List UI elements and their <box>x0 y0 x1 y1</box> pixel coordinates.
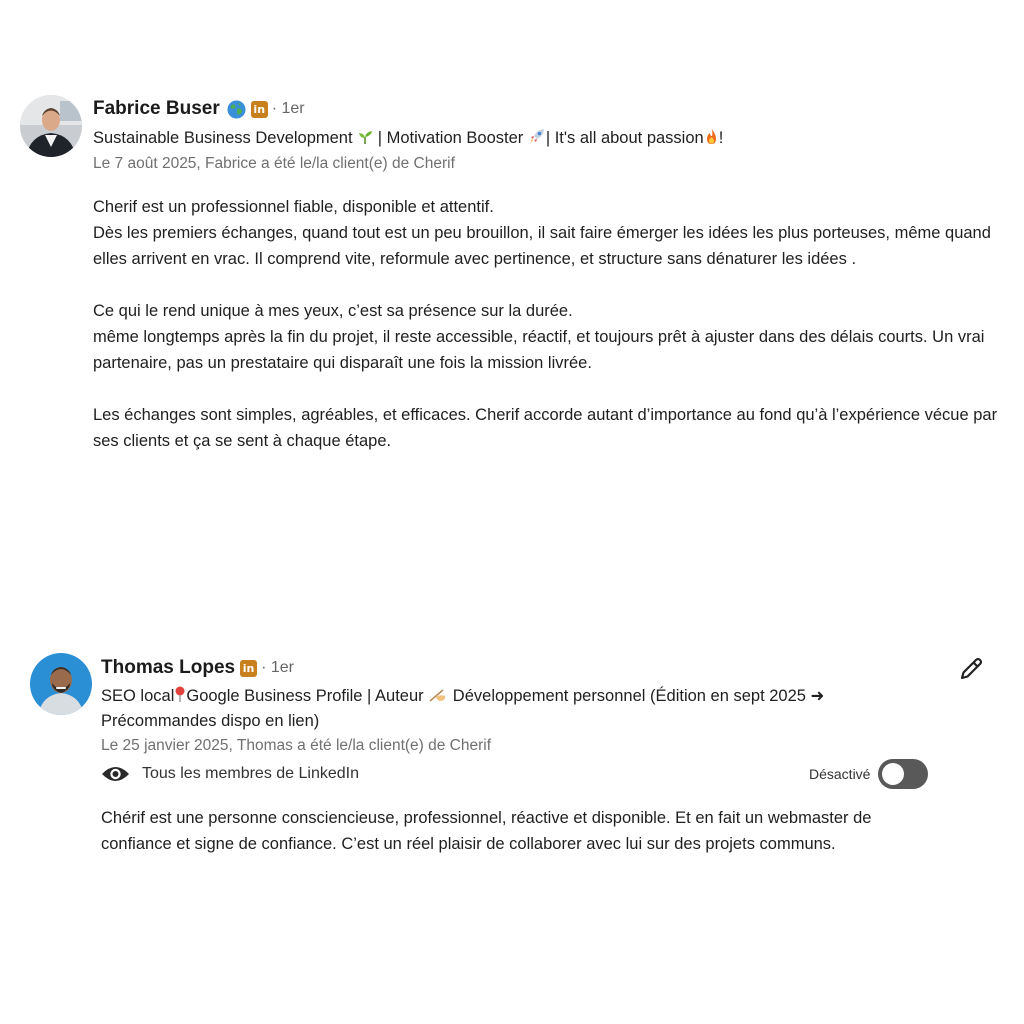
rocket-icon <box>529 129 544 143</box>
recommendation-text: Chérif est une personne consciencieuse, … <box>101 805 946 857</box>
visibility-toggle-group: Désactivé <box>809 759 929 789</box>
visibility-toggle[interactable] <box>878 759 929 789</box>
recommender-name[interactable]: Fabrice Buser <box>93 98 220 120</box>
seedling-icon <box>359 131 373 144</box>
recommendation-paragraph: Cherif est un professionnel fiable, disp… <box>93 198 991 268</box>
recommendation-paragraph: Ce qui le rend unique à mes yeux, c’est … <box>93 302 985 372</box>
visibility-label: Tous les membres de LinkedIn <box>142 765 359 782</box>
recommendation-paragraph: Chérif est une personne consciencieuse, … <box>101 809 872 853</box>
eye-icon <box>102 767 129 781</box>
connection-degree: · 1er <box>261 659 294 676</box>
recommender-headline: Sustainable Business Development | Motiv… <box>93 129 724 147</box>
visibility-setting[interactable]: Tous les membres de LinkedIn <box>101 763 359 785</box>
globe-icon <box>227 99 246 119</box>
recommendation-date: Le 25 janvier 2025, Thomas a été le/la c… <box>101 737 492 754</box>
linkedin-premium-icon: in <box>240 659 258 677</box>
recommendation-paragraph: Les échanges sont simples, agréables, et… <box>93 406 998 450</box>
toggle-knob <box>882 763 905 785</box>
avatar-thomas[interactable] <box>30 653 92 715</box>
recommendation-date: Le 7 août 2025, Fabrice a été le/la clie… <box>93 155 455 172</box>
pencil-icon <box>960 657 983 680</box>
linkedin-premium-icon: in <box>250 100 268 118</box>
toggle-state-label: Désactivé <box>809 766 871 782</box>
fire-icon <box>706 129 716 144</box>
connection-degree: · 1er <box>271 100 305 117</box>
recommender-headline: SEO local Google Business Profile | Auteu… <box>101 686 825 730</box>
pin-icon <box>175 686 185 702</box>
avatar-fabrice[interactable] <box>20 95 82 157</box>
writing-hand-icon <box>429 689 446 702</box>
recommendation-text: Cherif est un professionnel fiable, disp… <box>93 194 1008 454</box>
recommender-name[interactable]: Thomas Lopes <box>101 657 235 679</box>
edit-recommendation-button[interactable] <box>957 655 985 683</box>
